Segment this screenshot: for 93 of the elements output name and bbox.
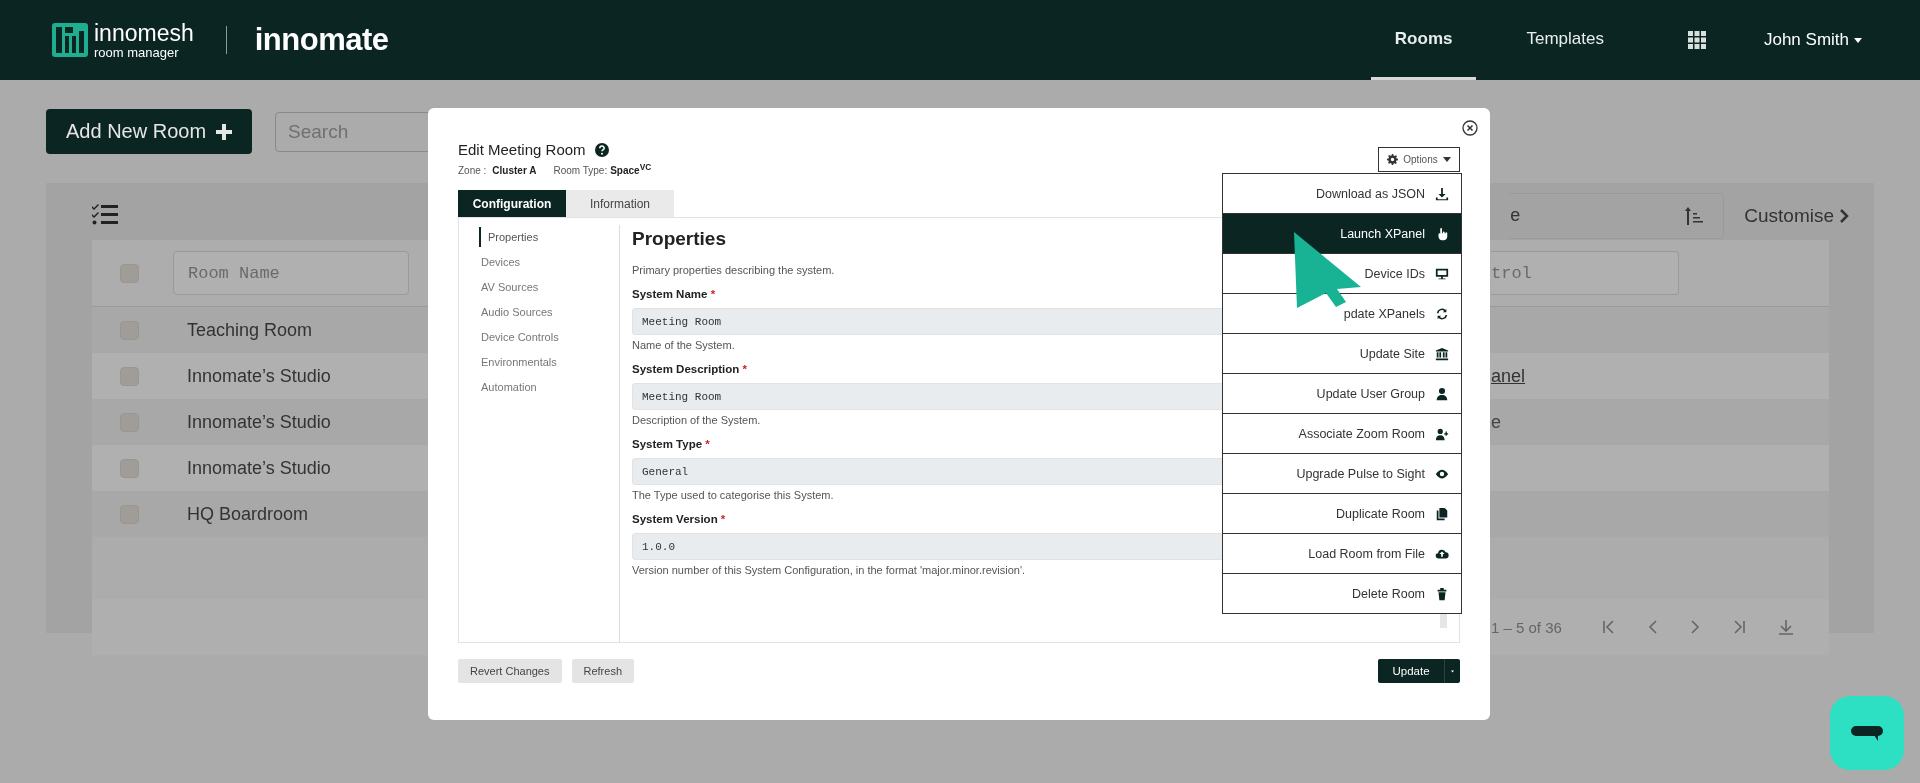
- product-name: innomate: [254, 22, 389, 58]
- bank-icon: [1435, 346, 1449, 361]
- brand-tagline: room manager: [94, 45, 180, 59]
- room-name-filter[interactable]: Room Name: [173, 251, 409, 295]
- update-button[interactable]: Update: [1378, 659, 1444, 684]
- room-name: Teaching Room: [187, 319, 313, 341]
- row-checkbox[interactable]: [120, 458, 139, 478]
- field-label: System Version: [632, 513, 718, 526]
- section-nav-item[interactable]: Properties: [479, 227, 619, 248]
- logo-icon: [52, 23, 88, 57]
- menu-item[interactable]: Update User Group: [1223, 374, 1461, 414]
- user-icon: [1435, 386, 1449, 401]
- close-icon[interactable]: [1462, 120, 1478, 136]
- field-help: Version number of this System Configuration, in the format 'major.minor.revision'.: [632, 564, 1027, 577]
- cell-link[interactable]: anel: [1491, 365, 1526, 387]
- section-nav-item[interactable]: Automation: [479, 375, 619, 401]
- section-nav-item[interactable]: Devices: [479, 250, 619, 276]
- chat-button[interactable]: [1830, 696, 1904, 770]
- revert-button[interactable]: Revert Changes: [458, 659, 562, 684]
- row-checkbox[interactable]: [120, 412, 139, 432]
- zone-value: Cluster A: [492, 165, 537, 177]
- required-mark: *: [742, 363, 748, 376]
- caret-icon: [1442, 157, 1451, 162]
- sync-icon: [1435, 306, 1449, 321]
- section-nav-item[interactable]: Environmentals: [479, 350, 619, 376]
- section-description: Primary properties describing the system.: [632, 264, 835, 277]
- room-name: Innomate’s Studio: [187, 411, 331, 433]
- field-help: Name of the System.: [632, 339, 736, 352]
- help-icon[interactable]: [594, 142, 609, 157]
- section-nav-item[interactable]: Device Controls: [479, 325, 619, 351]
- page-count: 1 – 5 of 36: [1491, 618, 1562, 636]
- menu-item[interactable]: Update Site: [1223, 334, 1461, 374]
- required-mark: *: [710, 288, 716, 301]
- row-checkbox[interactable]: [120, 504, 139, 524]
- select-all-checkbox[interactable]: [120, 263, 139, 283]
- row-checkbox[interactable]: [120, 366, 139, 386]
- download-icon[interactable]: [1777, 619, 1794, 635]
- caret-icon: [1451, 668, 1454, 674]
- menu-item[interactable]: Upgrade Pulse to Sight: [1223, 454, 1461, 494]
- first-page-icon[interactable]: [1601, 620, 1616, 634]
- user-plus-icon: [1435, 426, 1449, 441]
- required-mark: *: [705, 438, 710, 451]
- trash-icon: [1435, 586, 1449, 601]
- menu-item[interactable]: Load Room from File: [1223, 534, 1461, 574]
- monitor-icon: [1435, 266, 1449, 281]
- gear-icon: [1387, 154, 1399, 165]
- caret-icon: [1854, 37, 1862, 43]
- row-checkbox[interactable]: [120, 320, 139, 340]
- copy-icon: [1435, 506, 1449, 521]
- menu-item[interactable]: Duplicate Room: [1223, 494, 1461, 534]
- speech-bubble-icon: [1851, 725, 1883, 741]
- customise-link[interactable]: Customise: [1744, 204, 1849, 227]
- section-title: Properties: [632, 228, 726, 251]
- sort-field[interactable]: e: [1510, 192, 1725, 239]
- nav-tab[interactable]: Templates: [1502, 0, 1628, 80]
- options-button[interactable]: Options: [1378, 147, 1460, 172]
- field-help: The Type used to categorise this System.: [632, 489, 835, 502]
- room-type-label: Room Type:: [553, 165, 608, 177]
- download-icon: [1435, 186, 1449, 201]
- table-cell: e: [1491, 411, 1501, 433]
- menu-item[interactable]: Delete Room: [1223, 574, 1461, 613]
- section-nav-item[interactable]: AV Sources: [479, 275, 619, 301]
- room-name: Innomate’s Studio: [187, 365, 331, 387]
- nav-tab[interactable]: Rooms: [1370, 0, 1477, 80]
- sort-value: e: [1510, 205, 1521, 226]
- required-mark: *: [720, 513, 726, 526]
- user-menu[interactable]: John Smith: [1763, 30, 1862, 50]
- next-page-icon[interactable]: [1689, 620, 1700, 634]
- update-menu-button[interactable]: [1444, 659, 1460, 684]
- menu-item[interactable]: Associate Zoom Room: [1223, 414, 1461, 454]
- brand-name: innomesh: [94, 21, 194, 45]
- chevron-right-icon: [1840, 208, 1849, 223]
- tab[interactable]: Configuration: [458, 190, 566, 218]
- menu-item[interactable]: Launch XPanel: [1223, 214, 1461, 254]
- zone-label: Zone :: [458, 165, 487, 177]
- apps-grid-icon[interactable]: [1687, 31, 1706, 49]
- field-label: System Name: [632, 288, 708, 301]
- field-label: System Description: [632, 363, 740, 376]
- refresh-button[interactable]: Refresh: [571, 659, 635, 684]
- add-room-button[interactable]: Add New Room: [46, 109, 253, 154]
- room-name: Innomate’s Studio: [187, 457, 331, 479]
- field-label: System Type: [632, 438, 703, 451]
- sort-icon[interactable]: [1685, 206, 1704, 225]
- tab[interactable]: Information: [566, 190, 674, 218]
- plus-icon: [216, 123, 233, 140]
- section-nav-item[interactable]: Audio Sources: [479, 300, 619, 326]
- room-type-value: Space$^{VC}$: [610, 162, 652, 177]
- previous-page-icon[interactable]: [1647, 620, 1658, 634]
- control-filter[interactable]: trol: [1491, 251, 1679, 295]
- checklist-icon[interactable]: [92, 202, 118, 225]
- room-name: HQ Boardroom: [187, 503, 309, 525]
- field-help: Description of the System.: [632, 414, 762, 427]
- last-page-icon[interactable]: [1731, 620, 1746, 634]
